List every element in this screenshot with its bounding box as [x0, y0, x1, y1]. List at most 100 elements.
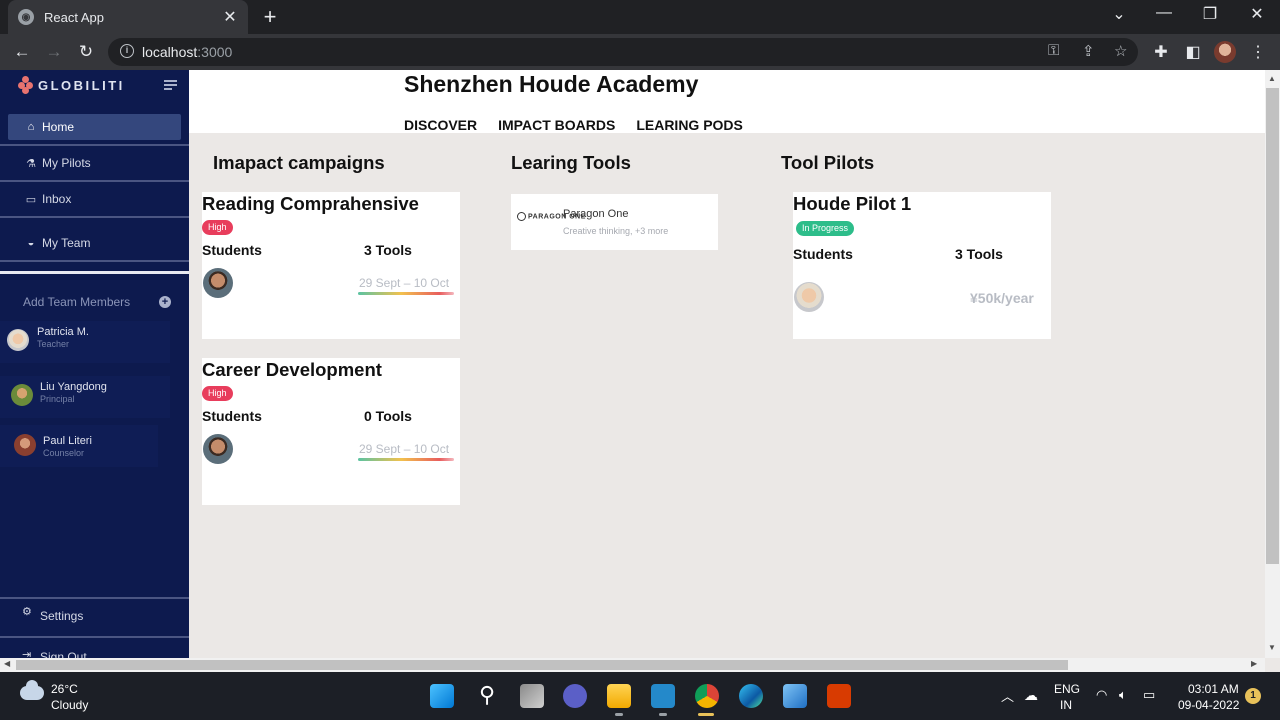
tools-count: 0 Tools: [364, 408, 412, 424]
pilot-title: Houde Pilot 1: [793, 193, 912, 214]
bookmark-star-icon[interactable]: ☆: [1114, 42, 1127, 60]
horizontal-scrollbar[interactable]: ◀ ▶: [0, 658, 1265, 672]
nav-impact-boards[interactable]: IMPACT BOARDS: [498, 117, 615, 133]
close-tab-icon[interactable]: ✕: [222, 7, 238, 27]
pilot-price: ¥50k/year: [970, 290, 1034, 306]
vertical-scrollbar[interactable]: ▲ ▼: [1265, 70, 1280, 658]
page-header: Shenzhen Houde Academy DISCOVER IMPACT B…: [189, 70, 1265, 133]
sidebar-item-home[interactable]: ⌂ Home: [0, 110, 189, 146]
nav-discover[interactable]: DISCOVER: [404, 117, 477, 133]
inbox-icon: ▭: [25, 193, 37, 206]
campaign-card[interactable]: Career Development High Students 0 Tools…: [202, 358, 460, 505]
onedrive-cloud-icon[interactable]: ☁: [1024, 687, 1038, 704]
battery-icon[interactable]: ▭: [1143, 687, 1155, 703]
logo: GLOBILITI: [18, 76, 125, 94]
menu-dots-icon[interactable]: ⋮: [1248, 42, 1268, 62]
volume-icon[interactable]: 🔈︎: [1119, 687, 1127, 703]
globe-icon: ◉: [18, 9, 34, 25]
tool-name: Paragon One: [563, 208, 629, 220]
priority-badge: High: [202, 386, 233, 401]
add-team-label: Add Team Members: [23, 295, 131, 309]
member-role: Principal: [40, 394, 75, 404]
team-member-item[interactable]: Liu Yangdong Principal: [0, 376, 170, 418]
page-viewport: GLOBILITI ⌂ Home ⚗ My Pilots ▭ Inbox ◒ M…: [0, 70, 1280, 672]
office-icon[interactable]: [827, 684, 851, 708]
avatar: [14, 434, 36, 456]
page-title: Shenzhen Houde Academy: [404, 71, 699, 97]
section-title-tools: Learing Tools: [511, 152, 631, 173]
campaign-card[interactable]: Reading Comprahensive High Students 3 To…: [202, 192, 460, 339]
sidebar-item-my-team[interactable]: ◒ My Team: [0, 226, 189, 262]
search-icon[interactable]: ⚲: [475, 684, 499, 708]
priority-badge: High: [202, 220, 233, 235]
profile-avatar[interactable]: [1214, 41, 1236, 63]
clock-date[interactable]: 09-04-2022: [1178, 698, 1239, 712]
forward-icon[interactable]: →: [42, 40, 66, 64]
restore-icon[interactable]: ❐: [1198, 4, 1222, 24]
running-indicator-active: [698, 713, 714, 716]
avatar: [203, 434, 233, 464]
file-explorer-icon[interactable]: [607, 684, 631, 708]
scroll-right-icon[interactable]: ▶: [1251, 659, 1257, 668]
add-circle-icon[interactable]: +: [159, 296, 171, 308]
sidebar-divider: [0, 271, 189, 274]
close-window-icon[interactable]: ✕: [1245, 4, 1269, 24]
chevron-up-icon[interactable]: ︿: [1001, 686, 1014, 705]
gear-icon: ⚙: [22, 606, 32, 618]
url-text: localhost:3000: [142, 44, 233, 60]
scrollbar-thumb[interactable]: [16, 660, 1068, 670]
learning-tool-card[interactable]: PARAGON ONE Paragon One Creative thinkin…: [511, 194, 718, 250]
team-member-item[interactable]: Patricia M. Teacher: [0, 321, 170, 363]
teams-chat-icon[interactable]: [563, 684, 587, 708]
scroll-left-icon[interactable]: ◀: [4, 659, 10, 668]
language-region[interactable]: IN: [1060, 698, 1072, 712]
new-tab-button[interactable]: +: [258, 4, 282, 30]
section-title-pilots: Tool Pilots: [781, 152, 875, 173]
task-view-icon[interactable]: [520, 684, 544, 708]
site-info-icon[interactable]: i: [120, 44, 134, 58]
date-range: 29 Sept – 10 Oct: [359, 276, 450, 290]
scrollbar-thumb[interactable]: [1266, 88, 1279, 564]
sidebar-item-my-pilots[interactable]: ⚗ My Pilots: [0, 146, 189, 182]
wifi-icon[interactable]: ◠: [1096, 687, 1107, 703]
photos-icon[interactable]: [783, 684, 807, 708]
member-role: Teacher: [37, 339, 70, 349]
clock-time[interactable]: 03:01 AM: [1188, 682, 1239, 696]
tab-search-icon[interactable]: ⌄: [1107, 4, 1131, 24]
language-code[interactable]: ENG: [1054, 682, 1080, 696]
pilot-card[interactable]: Houde Pilot 1 In Progress Students 3 Too…: [793, 192, 1051, 339]
nav-learning-pods[interactable]: LEARING PODS: [636, 117, 743, 133]
section-title-campaigns: Imapact campaigns: [213, 152, 385, 173]
temperature: 26°C: [51, 682, 78, 696]
side-panel-icon[interactable]: ◧: [1183, 42, 1203, 62]
sidebar-item-label: Home: [42, 120, 75, 134]
member-name: Paul Literi: [43, 435, 92, 447]
sidebar-item-inbox[interactable]: ▭ Inbox: [0, 182, 189, 218]
share-icon[interactable]: ⇪: [1082, 42, 1095, 60]
scroll-down-icon[interactable]: ▼: [1268, 643, 1276, 652]
settings-button[interactable]: ⚙ Settings: [0, 597, 189, 635]
weather-condition: Cloudy: [51, 698, 89, 712]
member-role: Counselor: [43, 448, 85, 458]
scroll-up-icon[interactable]: ▲: [1268, 74, 1276, 83]
avatar: [11, 384, 33, 406]
minimize-icon[interactable]: —: [1152, 4, 1176, 22]
edge-icon[interactable]: [739, 684, 763, 708]
extensions-icon[interactable]: ✚: [1151, 42, 1171, 62]
windows-start-icon[interactable]: [430, 684, 454, 708]
chrome-icon[interactable]: [695, 684, 719, 708]
hamburger-menu-icon[interactable]: [164, 80, 177, 92]
add-team-members-button[interactable]: Add Team Members +: [0, 292, 189, 314]
key-icon[interactable]: ⚿: [1048, 42, 1059, 59]
students-label: Students: [202, 408, 262, 424]
cloud-icon[interactable]: [20, 680, 44, 700]
browser-tab[interactable]: ◉ React App ✕: [8, 0, 248, 34]
reload-icon[interactable]: ↻: [74, 40, 98, 64]
back-icon[interactable]: ←: [10, 40, 34, 64]
team-member-item[interactable]: Paul Literi Counselor: [0, 425, 158, 467]
globiliti-logo-icon: [18, 76, 34, 94]
address-bar[interactable]: i localhost:3000 ⚿ ⇪ ☆: [108, 38, 1138, 66]
logo-text: GLOBILITI: [38, 77, 125, 93]
notification-badge[interactable]: 1: [1245, 688, 1261, 704]
vscode-icon[interactable]: [651, 684, 675, 708]
